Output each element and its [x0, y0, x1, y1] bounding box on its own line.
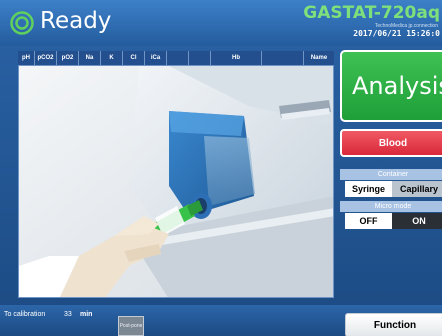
- parameter-bar: pH pCO2 pO2 Na K Cl iCa Hb Name: [18, 51, 334, 65]
- sample-type-button[interactable]: Blood: [340, 129, 442, 157]
- param-ica: iCa: [145, 51, 167, 65]
- micro-mode-off-option[interactable]: OFF: [345, 213, 392, 229]
- micro-mode-label: Micro mode: [340, 201, 442, 212]
- analyzer-screen: Ready GASTAT-720aq TechnoMedica jp.conne…: [0, 0, 442, 336]
- syringe-insertion-image: [19, 66, 333, 297]
- param-empty-2: [189, 51, 211, 65]
- calibration-label: To calibration: [4, 311, 46, 318]
- function-button[interactable]: Function: [345, 313, 442, 336]
- postpone-button[interactable]: Post-pone: [118, 316, 144, 336]
- param-pco2: pCO2: [35, 51, 57, 65]
- analysis-button[interactable]: Analysis: [340, 50, 442, 122]
- container-capillary-option[interactable]: Capillary: [392, 181, 442, 197]
- container-label: Container: [340, 169, 442, 180]
- device-name: GASTAT-720aq: [303, 3, 440, 23]
- param-cl: Cl: [123, 51, 145, 65]
- device-datetime: 2017/06/21 15:26:0: [353, 29, 440, 38]
- param-ph: pH: [18, 51, 35, 65]
- ready-status-icon: [10, 11, 34, 35]
- param-hb: Hb: [211, 51, 262, 65]
- param-empty-3: [262, 51, 304, 65]
- param-k: K: [101, 51, 123, 65]
- insertion-illustration: [18, 65, 334, 298]
- container-syringe-option[interactable]: Syringe: [345, 181, 392, 197]
- param-empty-1: [167, 51, 189, 65]
- param-name: Name: [310, 55, 328, 61]
- status-text: Ready: [40, 8, 112, 34]
- micro-mode-on-option[interactable]: ON: [392, 213, 442, 229]
- calibration-value: 33: [64, 311, 72, 318]
- header-bar: Ready GASTAT-720aq TechnoMedica jp.conne…: [0, 0, 442, 46]
- calibration-unit: min: [80, 311, 93, 318]
- param-na: Na: [79, 51, 101, 65]
- param-po2: pO2: [57, 51, 79, 65]
